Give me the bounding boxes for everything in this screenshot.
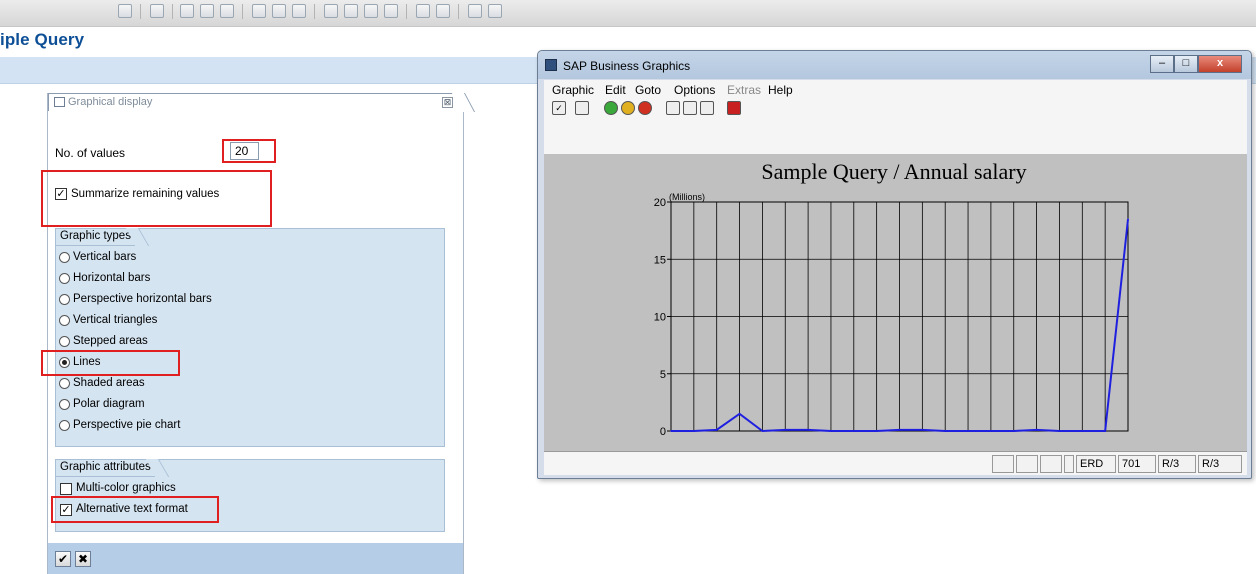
chart-background <box>544 154 1247 451</box>
radio-vertical-triangles[interactable] <box>59 315 70 326</box>
y-tick-label: 10 <box>654 312 666 324</box>
graphic-attributes-header: Graphic attributes <box>56 460 155 477</box>
toolbar-separator <box>242 4 243 19</box>
graphic-types-group: Graphic types Vertical bars Horizontal b… <box>55 228 445 447</box>
page-title: iple Query <box>0 30 85 49</box>
data-point <box>1035 429 1038 431</box>
shortcut-icon[interactable] <box>436 4 450 18</box>
data-point <box>875 430 878 432</box>
highlight-box <box>51 496 219 523</box>
toolbar-separator <box>314 4 315 19</box>
new-session-icon[interactable] <box>416 4 430 18</box>
previous-page-icon[interactable] <box>344 4 358 18</box>
toolbar-separator <box>458 4 459 19</box>
highlight-box <box>41 350 180 376</box>
radio-perspective-horizontal-bars[interactable] <box>59 294 70 305</box>
status-bar: ERD 701 R/3 R/3 <box>544 451 1247 475</box>
help-icon[interactable] <box>468 4 482 18</box>
y-tick-label: 5 <box>660 369 666 381</box>
option-label: Vertical bars <box>73 251 137 263</box>
dialog-window-icon <box>54 97 65 107</box>
status-field-empty <box>1064 455 1074 473</box>
graphical-display-dialog: Graphical display ⊠ No. of values 20 ✓ S… <box>41 93 464 574</box>
data-point <box>1127 218 1129 220</box>
data-point <box>761 430 764 432</box>
option-label: Stepped areas <box>73 335 148 347</box>
data-point <box>853 430 855 432</box>
option-label: Vertical triangles <box>73 314 158 326</box>
status-mode: R/3 <box>1198 455 1242 473</box>
option-label: Perspective pie chart <box>73 419 181 431</box>
sap-business-graphics-window: SAP Business Graphics – □ x Graphic Edit… <box>537 50 1252 479</box>
multicolor-checkbox[interactable] <box>60 483 72 495</box>
data-point <box>898 429 901 431</box>
data-point <box>693 430 695 432</box>
radio-polar-diagram[interactable] <box>59 399 70 410</box>
line-chart: Sample Query / Annual salary 0 5 10 15 20 (Mi… <box>544 154 1247 451</box>
data-point <box>921 429 924 431</box>
status-field-empty <box>992 455 1014 473</box>
radio-stepped-areas[interactable] <box>59 336 70 347</box>
toolbar-separator <box>140 4 141 19</box>
radio-perspective-pie-chart[interactable] <box>59 420 70 431</box>
exit-icon[interactable] <box>200 4 214 18</box>
data-point <box>1012 430 1015 432</box>
dialog-title: Graphical display <box>68 96 153 108</box>
data-point <box>1081 430 1084 432</box>
data-point <box>738 413 741 415</box>
y-tick-label: 15 <box>654 254 666 266</box>
data-point <box>807 429 809 431</box>
data-point <box>830 430 832 432</box>
option-label: Shaded areas <box>73 377 145 389</box>
back-icon[interactable] <box>180 4 194 18</box>
graphic-types-header: Graphic types <box>56 229 135 246</box>
data-point <box>670 430 672 432</box>
radio-horizontal-bars[interactable] <box>59 273 70 284</box>
option-label: Horizontal bars <box>73 272 151 284</box>
data-point <box>1058 430 1061 432</box>
cancel-icon[interactable]: ✖ <box>75 551 91 567</box>
cancel-icon[interactable] <box>220 4 234 18</box>
next-page-icon[interactable] <box>364 4 378 18</box>
option-label: Perspective horizontal bars <box>73 293 212 305</box>
status-field-empty <box>1040 455 1062 473</box>
data-point <box>967 430 969 432</box>
y-tick-label: 0 <box>660 426 666 438</box>
status-client: 701 <box>1118 455 1156 473</box>
data-point <box>784 429 787 431</box>
dialog-footer: ✔ ✖ <box>48 543 463 574</box>
data-point <box>990 430 992 432</box>
close-icon[interactable]: ⊠ <box>442 97 453 108</box>
multicolor-label: Multi-color graphics <box>76 482 176 494</box>
sap-standard-toolbar <box>0 0 1256 27</box>
highlight-box <box>41 170 272 227</box>
option-label: Polar diagram <box>73 398 145 410</box>
dialog-title-tab: Graphical display ⊠ <box>48 93 461 111</box>
print-icon[interactable] <box>252 4 266 18</box>
y-tick-label: 20 <box>654 197 666 209</box>
data-point <box>715 429 718 431</box>
confirm-icon[interactable]: ✔ <box>55 551 71 567</box>
radio-vertical-bars[interactable] <box>59 252 70 263</box>
status-system: ERD <box>1076 455 1116 473</box>
data-point <box>944 430 946 432</box>
last-page-icon[interactable] <box>384 4 398 18</box>
y-unit-label: (Millions) <box>669 192 705 202</box>
status-release: R/3 <box>1158 455 1196 473</box>
toolbar-separator <box>406 4 407 19</box>
toolbar-separator <box>172 4 173 19</box>
highlight-box <box>222 139 276 163</box>
radio-shaded-areas[interactable] <box>59 378 70 389</box>
status-field-empty <box>1016 455 1038 473</box>
data-point <box>1104 430 1106 432</box>
save-icon[interactable] <box>150 4 164 18</box>
find-icon[interactable] <box>272 4 286 18</box>
no-of-values-label: No. of values <box>55 146 126 160</box>
first-page-icon[interactable] <box>324 4 338 18</box>
chart-title: Sample Query / Annual salary <box>761 159 1026 184</box>
menu-icon[interactable] <box>118 4 132 18</box>
layout-icon[interactable] <box>488 4 502 18</box>
find-next-icon[interactable] <box>292 4 306 18</box>
